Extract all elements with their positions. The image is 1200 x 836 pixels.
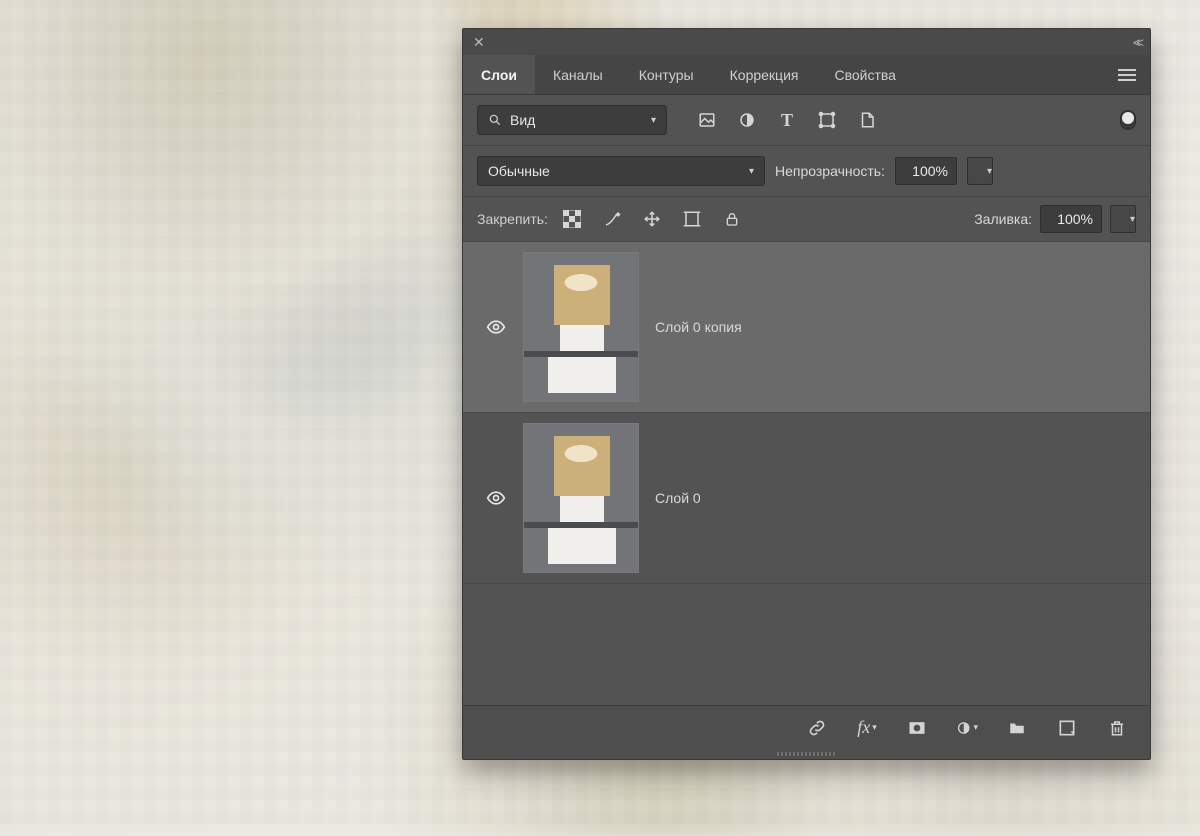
tab-label: Коррекция xyxy=(730,67,799,83)
layer-filter-label: Вид xyxy=(510,112,535,128)
opacity-input[interactable]: 100% xyxy=(895,157,957,185)
opacity-label: Непрозрачность: xyxy=(775,163,885,179)
layers-list: Слой 0 копия Слой 0 xyxy=(463,242,1150,705)
panel-tabs: Слои Каналы Контуры Коррекция Свойства xyxy=(463,55,1150,95)
type-filter-icon[interactable]: T xyxy=(777,110,797,130)
layer-mask-icon[interactable] xyxy=(906,717,928,739)
tab-label: Каналы xyxy=(553,67,603,83)
layer-thumbnail[interactable] xyxy=(523,423,639,573)
tab-layers[interactable]: Слои xyxy=(463,55,535,94)
eye-icon xyxy=(486,488,506,508)
collapse-panel-icon[interactable]: << xyxy=(1133,35,1140,50)
blend-mode-dropdown[interactable]: Обычные ▾ xyxy=(477,156,765,186)
lock-label: Закрепить: xyxy=(477,211,548,227)
tab-label: Слои xyxy=(481,67,517,83)
search-icon xyxy=(488,113,502,127)
tab-properties[interactable]: Свойства xyxy=(816,55,913,94)
lock-fill-row: Закрепить: Заливка: 100% ▾ xyxy=(463,197,1150,242)
smartobject-filter-icon[interactable] xyxy=(857,110,877,130)
layer-row[interactable]: Слой 0 xyxy=(463,413,1150,584)
blend-opacity-row: Обычные ▾ Непрозрачность: 100% ▾ xyxy=(463,146,1150,197)
trash-icon[interactable] xyxy=(1106,717,1128,739)
chevron-down-icon: ▾ xyxy=(651,115,656,126)
layer-filter-dropdown[interactable]: Вид ▾ xyxy=(477,105,667,135)
layer-thumbnail[interactable] xyxy=(523,252,639,402)
blend-mode-value: Обычные xyxy=(488,163,550,179)
tab-paths[interactable]: Контуры xyxy=(621,55,712,94)
thumbnail-image xyxy=(524,253,638,401)
visibility-toggle[interactable] xyxy=(485,316,507,338)
chevron-down-icon: ▾ xyxy=(987,166,992,177)
thumbnail-image xyxy=(524,424,638,572)
adjustment-layer-icon[interactable]: ▾ xyxy=(956,717,978,739)
layers-bottombar: fx▾ ▾ xyxy=(463,705,1150,749)
visibility-toggle[interactable] xyxy=(485,487,507,509)
chevron-down-icon: ▾ xyxy=(749,166,754,177)
filter-type-icons: T xyxy=(697,110,877,130)
new-layer-icon[interactable] xyxy=(1056,717,1078,739)
panel-resize-grip[interactable] xyxy=(463,749,1150,759)
filter-toggle[interactable] xyxy=(1120,110,1136,130)
fill-value: 100% xyxy=(1057,211,1093,227)
panel-menu-button[interactable] xyxy=(1104,55,1150,94)
layer-row[interactable]: Слой 0 копия xyxy=(463,242,1150,413)
lock-artboard-icon[interactable] xyxy=(682,209,702,229)
lock-icons xyxy=(562,209,742,229)
layer-filter-row: Вид ▾ T xyxy=(463,95,1150,146)
chevron-down-icon: ▾ xyxy=(1130,214,1135,225)
eye-icon xyxy=(486,317,506,337)
layer-name[interactable]: Слой 0 xyxy=(655,490,701,506)
image-filter-icon[interactable] xyxy=(697,110,717,130)
panel-topbar: ✕ << xyxy=(463,29,1150,55)
fill-stepper[interactable]: ▾ xyxy=(1110,205,1136,233)
shape-filter-icon[interactable] xyxy=(817,110,837,130)
opacity-stepper[interactable]: ▾ xyxy=(967,157,993,185)
lock-position-icon[interactable] xyxy=(642,209,662,229)
layer-fx-icon[interactable]: fx▾ xyxy=(856,717,878,739)
lock-transparent-icon[interactable] xyxy=(562,209,582,229)
lock-all-icon[interactable] xyxy=(722,209,742,229)
opacity-value: 100% xyxy=(912,163,948,179)
layer-name[interactable]: Слой 0 копия xyxy=(655,319,742,335)
menu-icon xyxy=(1118,69,1136,81)
layers-panel: ✕ << Слои Каналы Контуры Коррекция Свойс… xyxy=(462,28,1151,760)
tab-adjustments[interactable]: Коррекция xyxy=(712,55,817,94)
lock-pixels-icon[interactable] xyxy=(602,209,622,229)
link-layers-icon[interactable] xyxy=(806,717,828,739)
fill-input[interactable]: 100% xyxy=(1040,205,1102,233)
close-icon[interactable]: ✕ xyxy=(473,34,485,51)
adjustment-filter-icon[interactable] xyxy=(737,110,757,130)
group-icon[interactable] xyxy=(1006,717,1028,739)
fill-label: Заливка: xyxy=(974,211,1032,227)
tab-label: Свойства xyxy=(834,67,895,83)
tab-label: Контуры xyxy=(639,67,694,83)
tab-channels[interactable]: Каналы xyxy=(535,55,621,94)
